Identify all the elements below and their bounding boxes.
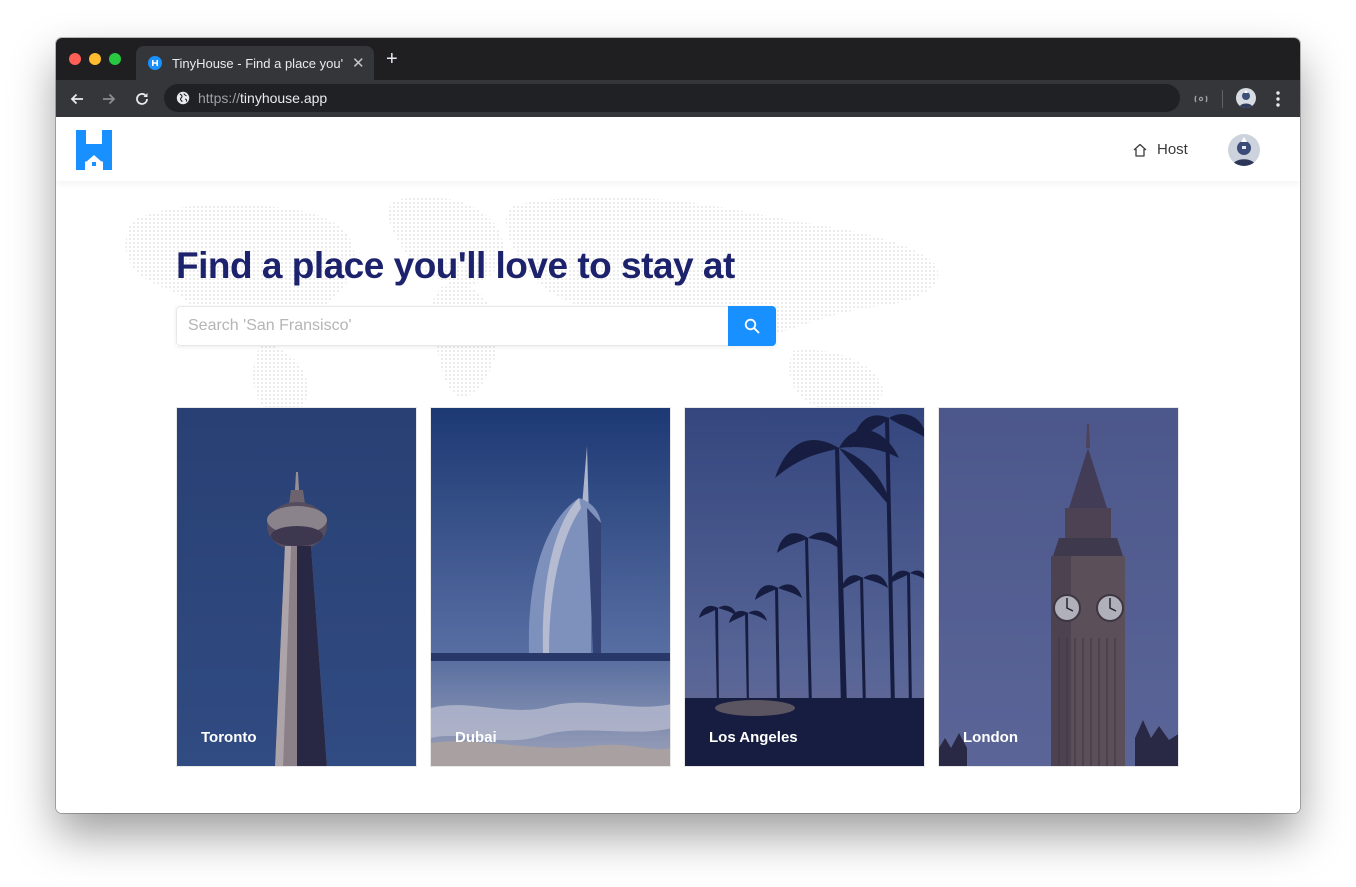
listing-card-toronto[interactable]: Toronto <box>176 407 417 767</box>
url-text: https://tinyhouse.app <box>198 90 328 106</box>
address-bar[interactable]: https://tinyhouse.app <box>164 84 1180 112</box>
arrow-right-icon <box>103 93 116 105</box>
globe-icon <box>176 91 190 105</box>
host-label: Host <box>1157 141 1188 158</box>
tinyhouse-favicon-icon <box>148 56 162 70</box>
more-menu-icon[interactable] <box>1270 89 1286 109</box>
listing-card-london[interactable]: London <box>938 407 1179 767</box>
browser-window: TinyHouse - Find a place you'll love to … <box>56 38 1300 813</box>
listing-label: Los Angeles <box>709 729 798 746</box>
new-tab-button[interactable]: + <box>386 49 398 69</box>
reload-button[interactable] <box>131 88 153 110</box>
listing-card-los-angeles[interactable]: Los Angeles <box>684 407 925 767</box>
page-viewport: Host Find a place you'll love to stay at… <box>56 117 1300 813</box>
tab-close-icon[interactable]: ✕ <box>352 56 365 71</box>
browser-tab[interactable]: TinyHouse - Find a place you'll love to … <box>136 46 374 80</box>
cast-icon[interactable] <box>1192 90 1210 108</box>
los-angeles-image <box>685 408 924 766</box>
search-input[interactable] <box>176 306 728 346</box>
app-header: Host <box>56 117 1300 181</box>
toolbar-divider <box>1222 90 1223 108</box>
forward-button[interactable] <box>98 88 120 110</box>
listing-label: Dubai <box>455 729 497 746</box>
listing-label: Toronto <box>201 729 257 746</box>
profile-avatar[interactable] <box>1236 88 1256 108</box>
search-button[interactable] <box>728 306 776 346</box>
home-icon <box>1133 143 1147 157</box>
tab-title: TinyHouse - Find a place you'll love to … <box>172 55 344 71</box>
reload-icon <box>136 93 148 105</box>
arrow-left-icon <box>70 93 83 105</box>
tinyhouse-logo-icon[interactable] <box>76 130 112 170</box>
minimize-window-button[interactable] <box>89 53 101 65</box>
search-icon <box>744 318 760 334</box>
listing-card-dubai[interactable]: Dubai <box>430 407 671 767</box>
london-image <box>939 408 1178 766</box>
dubai-image <box>431 408 670 766</box>
host-link[interactable]: Host <box>1132 141 1188 158</box>
listings-grid: Toronto Dubai Los Angeles London <box>176 407 1180 767</box>
browser-toolbar: https://tinyhouse.app <box>56 80 1300 117</box>
toronto-image <box>177 408 416 766</box>
page-title: Find a place you'll love to stay at <box>176 245 735 286</box>
search-bar <box>176 306 776 346</box>
user-avatar[interactable] <box>1228 134 1260 166</box>
close-window-button[interactable] <box>69 53 81 65</box>
maximize-window-button[interactable] <box>109 53 121 65</box>
back-button[interactable] <box>66 88 88 110</box>
listing-label: London <box>963 729 1018 746</box>
tab-bar: TinyHouse - Find a place you'll love to … <box>56 38 1300 80</box>
world-map-background <box>125 196 939 416</box>
